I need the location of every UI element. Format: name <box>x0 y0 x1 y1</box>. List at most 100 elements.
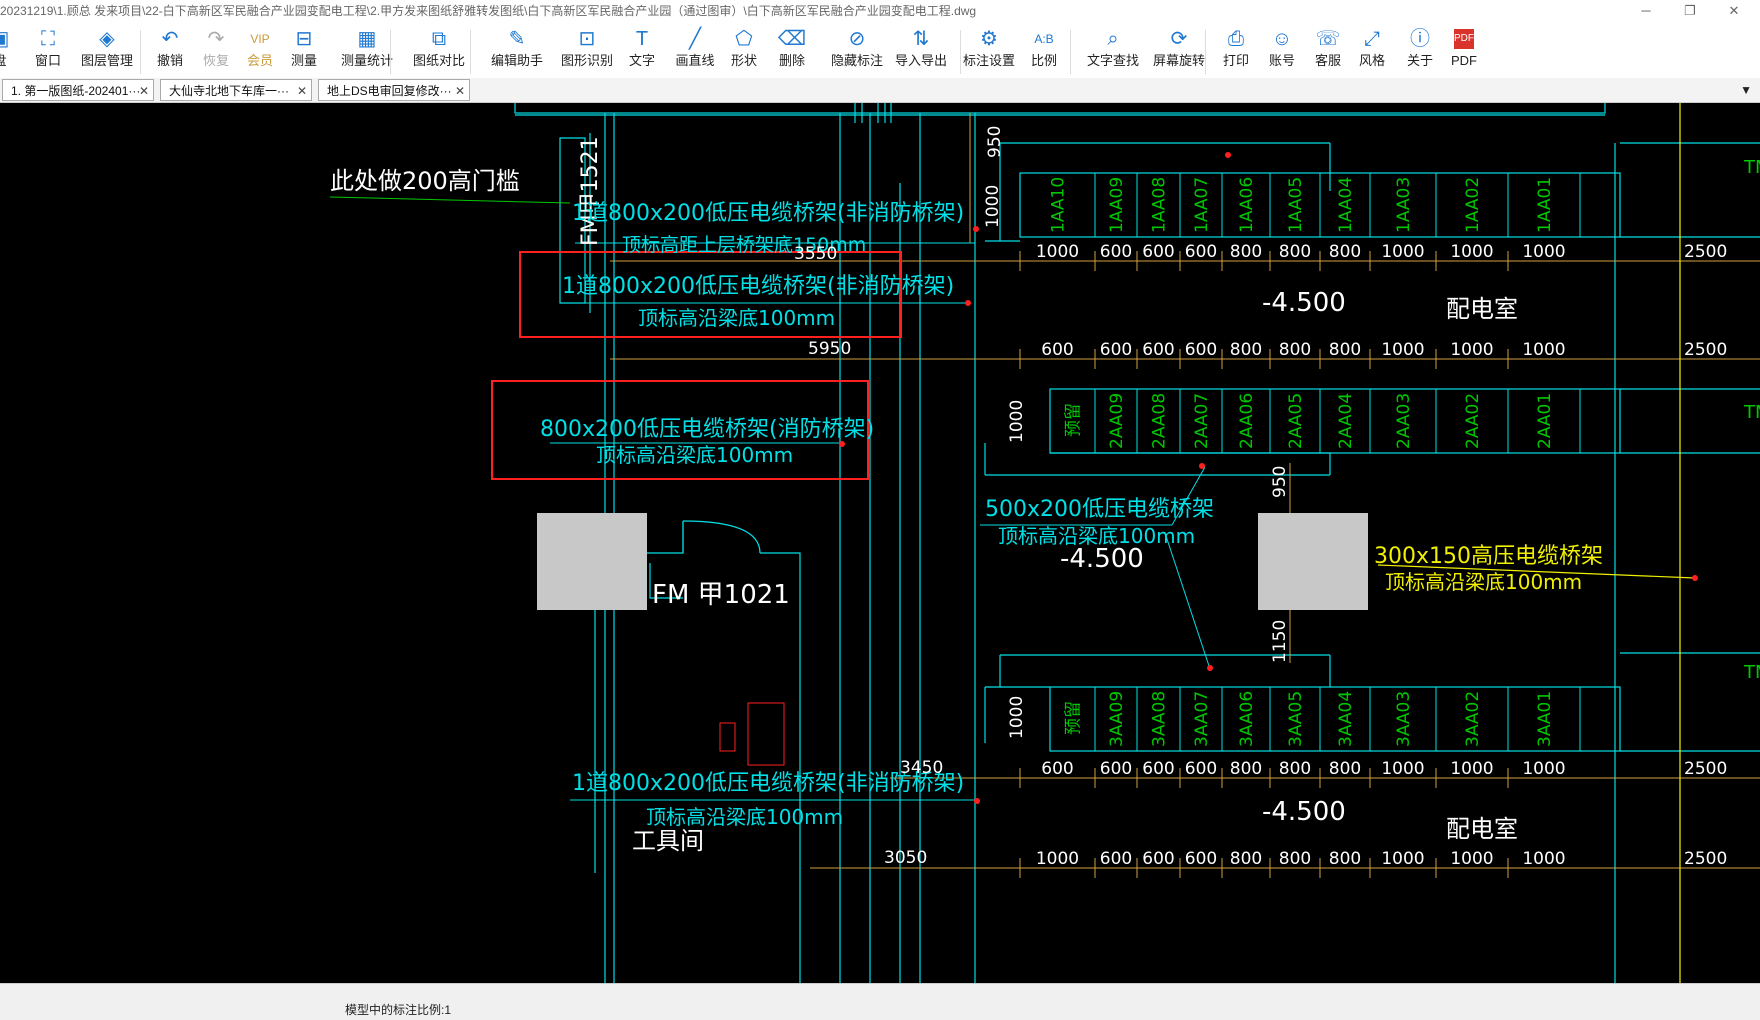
tab-document-1[interactable]: 1. 第一版图纸-202401··· ✕ <box>2 79 154 101</box>
toolbar-delete-button[interactable]: ⌫ 删除 <box>772 26 812 76</box>
cabinet-rows <box>984 142 1760 752</box>
cad-drawing: 1AA10 1AA09 1AA08 1AA07 1AA06 1AA05 1AA04 1AA03… <box>329 98 1760 983</box>
text-icon: T <box>635 28 649 50</box>
toolbar-text-button[interactable]: T 文字 <box>622 26 662 76</box>
toolbar-compare-button[interactable]: ⧉ 图纸对比 <box>404 26 474 76</box>
toolbar-undo-button[interactable]: ↶ 撤销 <box>150 26 190 76</box>
style-icon: ⤢ <box>1364 28 1380 50</box>
tray-note: 500x200低压电缆桥架 <box>985 497 1214 522</box>
tab-label: 1. 第一版图纸-202401··· <box>11 84 141 98</box>
fire-door-label: FM甲1521 <box>578 136 603 246</box>
cabinet-label: 2AA05 <box>1286 393 1306 449</box>
toolbar-label: 标注设置 <box>962 53 1015 68</box>
ruler-icon: ⊟ <box>295 28 313 50</box>
tab-document-2[interactable]: 大仙寺北地下车库一··· ✕ <box>160 79 312 101</box>
tm-label: TM <box>1743 157 1760 178</box>
dimension-text: 600 <box>1100 849 1132 869</box>
dimension-text: 600 <box>1100 340 1132 360</box>
room-label: 配电室 <box>1446 815 1518 843</box>
toolbar-style-button[interactable]: ⤢ 风格 <box>1352 26 1392 76</box>
toolbar-hide-annot-button[interactable]: ⊘ 隐藏标注 <box>822 26 892 76</box>
cabinet-label: 2AA01 <box>1535 393 1555 449</box>
toolbar-annot-settings-button[interactable]: ⚙ 标注设置 <box>954 26 1024 76</box>
level-mark: -4.500 <box>1060 544 1144 574</box>
minimize-button[interactable]: ─ <box>1626 0 1666 22</box>
dimension-row-d: 1000 600 600 600 800 800 800 1000 1000 1000 2500 <box>1019 849 1727 878</box>
toolbar-layers-button[interactable]: ◈ 图层管理 <box>72 26 142 76</box>
drawing-canvas[interactable]: 1AA10 1AA09 1AA08 1AA07 1AA06 1AA05 1AA04 1AA03… <box>0 98 1760 983</box>
cabinet-label: 3AA03 <box>1394 691 1414 747</box>
toolbar-disk-button[interactable]: ▣盘 <box>0 26 20 76</box>
toolbar-print-button[interactable]: ⎙ 打印 <box>1216 26 1256 76</box>
tab-list-dropdown[interactable]: ▼ <box>1740 78 1752 102</box>
dimension-text: 5950 <box>808 339 851 359</box>
dimension-text: 800 <box>1329 340 1361 360</box>
import-export-icon: ⇅ <box>912 28 930 50</box>
toolbar-label: 撤销 <box>156 53 183 68</box>
toolbar-import-export-button[interactable]: ⇅ 导入导出 <box>886 26 956 76</box>
toolbar-measure-stats-button[interactable]: ▦ 测量统计 <box>332 26 402 76</box>
tray-note: 顶标高沿梁底100mm <box>596 443 793 467</box>
dimension-text: 1000 <box>1007 400 1027 443</box>
toolbar-label: 测量 <box>290 53 317 68</box>
equipment-outline <box>747 702 785 766</box>
cabinet-label: 3AA01 <box>1535 691 1555 747</box>
status-bar: 模型中的标注比例:1 <box>0 1001 1760 1020</box>
toolbar-rotate-screen-button[interactable]: ⟳ 屏幕旋转 <box>1144 26 1214 76</box>
toolbar-edit-helper-button[interactable]: ✎ 编辑助手 <box>482 26 552 76</box>
toolbar-label: 形状 <box>730 53 757 68</box>
toolbar-account-button[interactable]: ☺ 账号 <box>1262 26 1302 76</box>
cabinet-label: 3AA09 <box>1107 691 1127 747</box>
toolbar-shape-button[interactable]: ⬠ 形状 <box>724 26 764 76</box>
window-title: 20231219\1.顾总 发来项目\22-白下高新区军民融合产业园变配电工程\… <box>0 4 977 18</box>
horizontal-scrollbar[interactable] <box>0 983 1760 1002</box>
dimension-text: 600 <box>1041 340 1073 360</box>
dimension-text: 1000 <box>1522 242 1565 262</box>
structural-column <box>1258 513 1368 610</box>
door-sill-note: 此处做200高门槛 <box>330 167 520 195</box>
dimension-text: 800 <box>1279 849 1311 869</box>
toolbar-about-button[interactable]: ⓘ 关于 <box>1400 26 1440 76</box>
close-icon[interactable]: ✕ <box>455 80 465 100</box>
dimension-text: 600 <box>1041 759 1073 779</box>
toolbar-find-text-button[interactable]: ⌕ 文字查找 <box>1078 26 1148 76</box>
close-icon[interactable]: ✕ <box>139 80 149 100</box>
toolbar-pdf-button[interactable]: PDF PDF <box>1444 26 1484 76</box>
level-mark: -4.500 <box>1262 288 1346 318</box>
toolbar-window-button[interactable]: ⛶ 窗口 <box>28 26 68 76</box>
toolbar-service-button[interactable]: ☏ 客服 <box>1308 26 1348 76</box>
dimension-text: 1000 <box>1450 759 1493 779</box>
dimension-text: 1000 <box>1450 340 1493 360</box>
cabinet-label: 1AA01 <box>1535 177 1555 233</box>
toolbar-redo-button[interactable]: ↷ 恢复 <box>196 26 236 76</box>
toolbar-label: 隐藏标注 <box>830 53 883 68</box>
close-window-button[interactable]: ✕ <box>1714 0 1754 22</box>
dimension-row-b: 600 600 600 600 800 800 800 1000 1000 1000 2500 <box>1019 340 1727 369</box>
toolbar-recognize-button[interactable]: ⊡ 图形识别 <box>552 26 622 76</box>
toolbar-label: PDF <box>1451 53 1477 68</box>
toolbar-line-button[interactable]: ╱ 画直线 <box>670 26 720 76</box>
annot-settings-icon: ⚙ <box>980 28 998 50</box>
tab-document-3[interactable]: 地上DS电审回复修改··· ✕ <box>318 79 470 101</box>
dimension-text: 800 <box>1279 759 1311 779</box>
tab-label: 地上DS电审回复修改··· <box>327 84 452 98</box>
headset-icon: ☏ <box>1315 28 1341 50</box>
toolbar-separator <box>470 30 471 74</box>
toolbar-measure-button[interactable]: ⊟ 测量 <box>284 26 324 76</box>
toolbar-label: 账号 <box>1268 53 1295 68</box>
tray-note: 1道800x200低压电缆桥架(非消防桥架) <box>562 274 954 299</box>
dimension-text: 1000 <box>1381 242 1424 262</box>
dimension-row-a: 1000 600 600 600 800 800 800 1000 1000 1000 2500 <box>1019 242 1727 271</box>
tray-note: 顶标高沿梁底100mm <box>646 805 843 829</box>
redo-icon: ↷ <box>207 28 225 50</box>
toolbar-separator <box>1070 30 1071 74</box>
close-icon[interactable]: ✕ <box>297 80 307 100</box>
toolbar-scale-button[interactable]: A:B 比例 <box>1024 26 1064 76</box>
dimension-text: 600 <box>1142 242 1174 262</box>
dimension-text: 800 <box>1279 340 1311 360</box>
cabinet-label: 1AA07 <box>1192 177 1212 233</box>
maximize-button[interactable]: ❐ <box>1670 0 1710 22</box>
cabinet-label: 3AA04 <box>1336 691 1356 747</box>
toolbar-vip-button[interactable]: VIP 会员 <box>240 26 280 76</box>
recognize-icon: ⊡ <box>578 28 596 50</box>
